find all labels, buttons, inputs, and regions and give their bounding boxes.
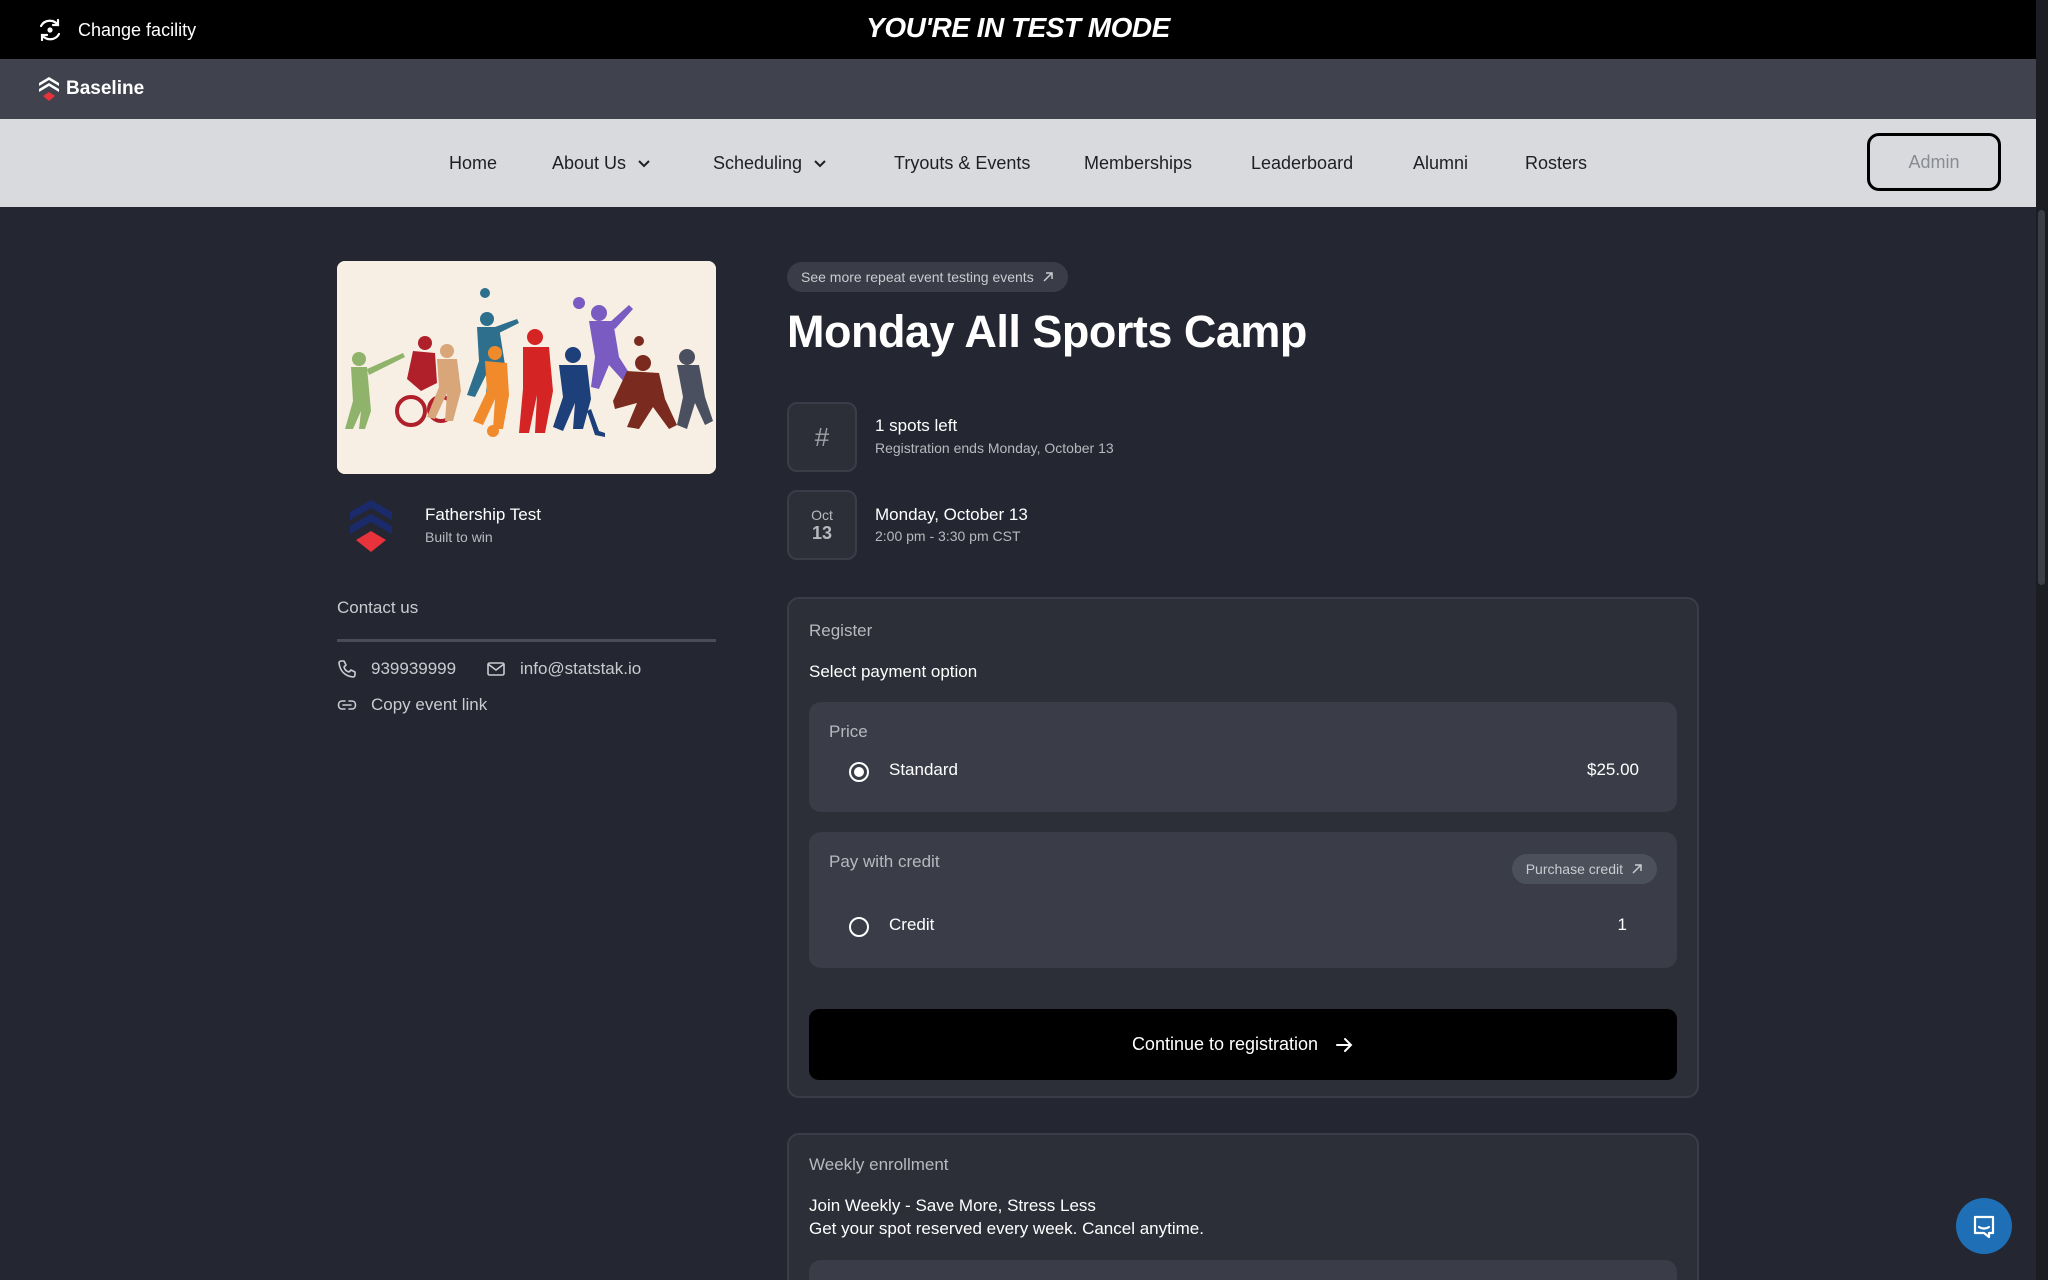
standard-radio[interactable] <box>849 762 869 782</box>
organization-logo <box>337 495 405 555</box>
chevron-down-icon <box>638 160 650 168</box>
purchase-credit-button[interactable]: Purchase credit <box>1511 854 1657 884</box>
nav-item-rosters[interactable]: Rosters <box>1525 119 1587 207</box>
admin-button[interactable]: Admin <box>1867 133 2001 191</box>
price-label: Price <box>829 722 868 741</box>
price-option-card[interactable]: Price Standard $25.00 <box>809 702 1677 812</box>
main-nav: Home About Us Scheduling Tryouts & Event… <box>0 119 2036 207</box>
page-scrollbar-thumb[interactable] <box>2038 210 2045 585</box>
nav-item-label: Home <box>449 152 498 173</box>
brand-bar: Baseline <box>0 59 2036 119</box>
test-mode-bar: Change facility YOU'RE IN TEST MODE <box>0 0 2036 59</box>
weekly-headline: Join Weekly - Save More, Stress Less <box>809 1196 1096 1215</box>
test-mode-banner: YOU'RE IN TEST MODE <box>866 12 1170 43</box>
contact-title: Contact us <box>337 598 419 617</box>
purchase-credit-label: Purchase credit <box>1525 861 1623 877</box>
phone-link[interactable]: 939939999 <box>337 659 456 679</box>
nav-item-label: Alumni <box>1413 152 1469 173</box>
select-payment-label: Select payment option <box>809 662 978 681</box>
organization-tagline: Built to win <box>425 529 493 545</box>
continue-label: Continue to registration <box>1131 1034 1319 1054</box>
credit-option-card[interactable]: Pay with credit Purchase credit Credit 1 <box>809 832 1677 968</box>
arrow-up-right-icon <box>1632 864 1642 874</box>
pay-with-credit-label: Pay with credit <box>829 852 940 871</box>
nav-item-alumni[interactable]: Alumni <box>1413 119 1468 207</box>
spots-icon-box: # <box>787 402 857 472</box>
nav-item-home[interactable]: Home <box>449 119 497 207</box>
copy-event-link[interactable]: Copy event link <box>337 695 487 715</box>
nav-item-label: Leaderboard <box>1251 152 1354 173</box>
baseline-logo-icon <box>39 77 59 101</box>
event-date: Monday, October 13 <box>875 505 1028 524</box>
date-month: Oct <box>811 506 833 523</box>
credit-label: Credit <box>889 915 935 934</box>
nav-item-memberships[interactable]: Memberships <box>1084 119 1192 207</box>
chevron-down-icon <box>814 160 826 168</box>
link-icon <box>337 700 357 710</box>
date-box: Oct 13 <box>787 490 857 560</box>
nav-item-label: About Us <box>552 152 627 173</box>
organization-name: Fathership Test <box>425 505 541 524</box>
continue-registration-button[interactable]: Continue to registration <box>809 1009 1677 1080</box>
weekly-enrollment-card: Weekly enrollment Join Weekly - Save Mor… <box>787 1133 1699 1280</box>
email-address: info@statstak.io <box>520 659 642 678</box>
baseline-logo[interactable]: Baseline <box>36 74 144 104</box>
page-scrollbar-track[interactable] <box>2036 0 2048 1280</box>
organization-block: Fathership Test Built to win <box>337 495 541 555</box>
shield-logo-icon <box>350 500 392 552</box>
nav-item-label: Scheduling <box>713 152 803 173</box>
event-time: 2:00 pm - 3:30 pm CST <box>875 528 1021 544</box>
spots-left: 1 spots left <box>875 416 958 435</box>
email-link[interactable]: info@statstak.io <box>486 659 641 679</box>
nav-item-scheduling[interactable]: Scheduling <box>713 119 828 207</box>
standard-label: Standard <box>889 760 958 779</box>
event-title: Monday All Sports Camp <box>787 306 1307 357</box>
weekly-option-card[interactable] <box>809 1260 1677 1280</box>
nav-item-tryouts-events[interactable]: Tryouts & Events <box>894 119 1030 207</box>
chat-button[interactable] <box>1956 1198 2012 1254</box>
phone-number: 939939999 <box>371 659 457 678</box>
date-day: 13 <box>811 522 833 543</box>
sports-silhouettes-image <box>337 261 716 474</box>
nav-item-label: Rosters <box>1525 152 1588 173</box>
event-hero-image <box>337 261 716 474</box>
arrow-right-icon <box>1336 1037 1353 1052</box>
chat-icon <box>1973 1215 1995 1239</box>
arrow-up-right-icon <box>1043 272 1053 282</box>
contact-divider <box>337 639 716 642</box>
credit-count: 1 <box>1617 915 1627 934</box>
copy-event-link-label: Copy event link <box>371 695 488 714</box>
mail-icon <box>487 662 505 676</box>
more-events-link[interactable]: See more repeat event testing events <box>787 262 1068 292</box>
hash-icon: # <box>814 421 830 452</box>
nav-item-leaderboard[interactable]: Leaderboard <box>1251 119 1353 207</box>
brand-name: Baseline <box>66 78 145 99</box>
nav-item-label: Memberships <box>1084 152 1193 173</box>
registration-ends: Registration ends Monday, October 13 <box>875 440 1114 456</box>
credit-radio[interactable] <box>849 917 869 937</box>
weekly-label: Weekly enrollment <box>809 1155 949 1174</box>
weekly-description: Get your spot reserved every week. Cance… <box>809 1219 1204 1238</box>
standard-price: $25.00 <box>1587 760 1639 779</box>
register-label: Register <box>809 621 873 640</box>
nav-item-label: Tryouts & Events <box>894 152 1031 173</box>
nav-item-about-us[interactable]: About Us <box>552 119 652 207</box>
phone-icon <box>338 660 356 678</box>
more-events-label: See more repeat event testing events <box>801 269 1034 285</box>
register-card: Register Select payment option Price Sta… <box>787 597 1699 1098</box>
